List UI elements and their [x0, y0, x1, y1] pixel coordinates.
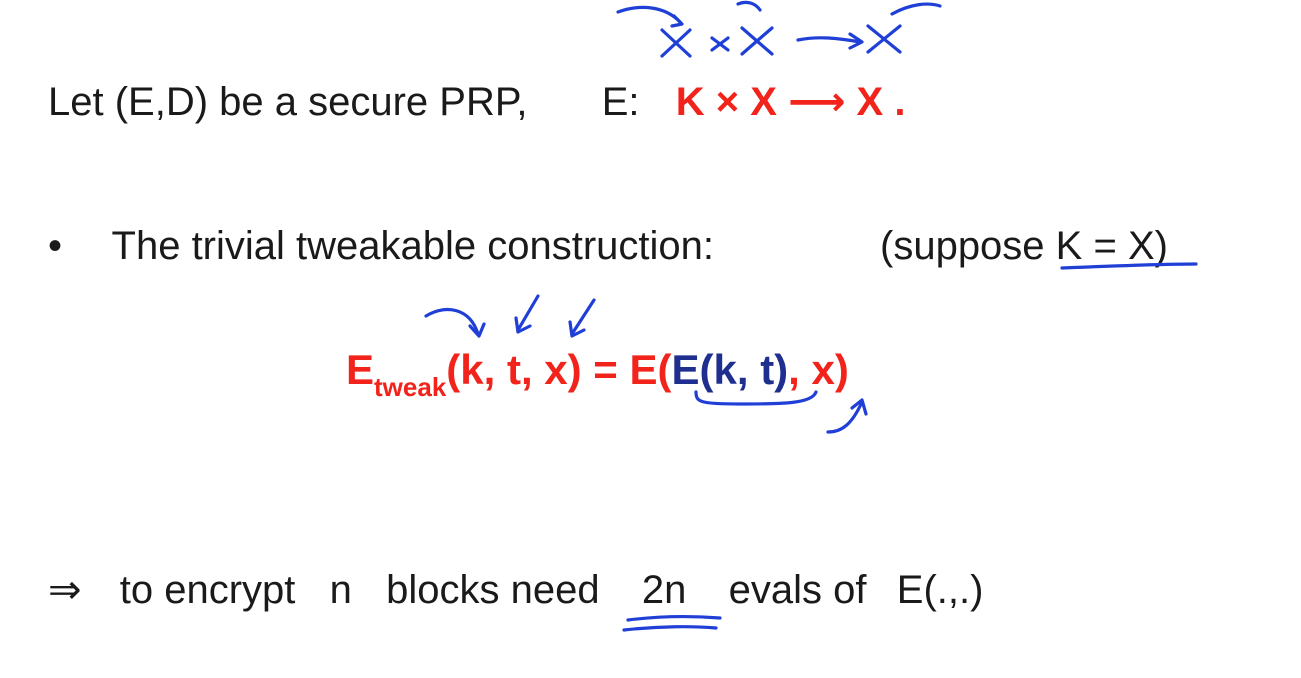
- formula-subscript: tweak: [374, 372, 447, 402]
- cost-function: E(.,.): [896, 568, 984, 612]
- construction-line: • The trivial tweakable construction:: [48, 222, 714, 270]
- top-scribble: [616, 0, 942, 58]
- suppose-note: (suppose K = X): [880, 222, 1168, 270]
- suppose-suffix: ): [1154, 224, 1168, 268]
- slide: Let (E,D) be a secure PRP, E: K × X ⟶ X …: [0, 0, 1301, 678]
- formula-e: E: [346, 346, 375, 393]
- e-label: E:: [601, 80, 640, 124]
- prp-definition-line: Let (E,D) be a secure PRP, E: K × X ⟶ X …: [48, 78, 905, 126]
- construction-text: The trivial tweakable construction:: [111, 224, 715, 268]
- suppose-equation: K = X: [1055, 224, 1155, 268]
- arrow-to-k: [424, 307, 480, 336]
- formula-comma: ,: [788, 346, 812, 393]
- formula-args: (k, t, x) = E(: [446, 346, 672, 393]
- tweak-formula: Etweak(k, t, x) = E(E(k, t), x): [346, 346, 849, 411]
- suppose-prefix: (suppose: [880, 224, 1056, 268]
- formula-close: ): [834, 346, 849, 393]
- cost-n: n: [329, 568, 352, 612]
- bullet: •: [48, 224, 63, 268]
- cost-text-3: evals of: [728, 568, 867, 612]
- implies-symbol: ⇒: [48, 568, 82, 612]
- cost-text-2: blocks need: [386, 568, 600, 612]
- cost-text-1: to encrypt: [119, 568, 296, 612]
- arrow-to-x: [570, 298, 596, 336]
- formula-inner: E(k, t): [671, 346, 789, 393]
- prp-definition-text: Let (E,D) be a secure PRP,: [48, 80, 528, 124]
- formula-x: x: [811, 346, 835, 393]
- cost-line: ⇒ to encrypt n blocks need 2n evals of E…: [48, 566, 983, 614]
- cost-2n: 2n: [641, 568, 687, 612]
- arrow-to-t: [516, 294, 540, 332]
- underline-2n-2: [622, 625, 718, 632]
- prp-signature: K × X ⟶ X .: [675, 80, 906, 124]
- underline-2n-1: [626, 615, 722, 622]
